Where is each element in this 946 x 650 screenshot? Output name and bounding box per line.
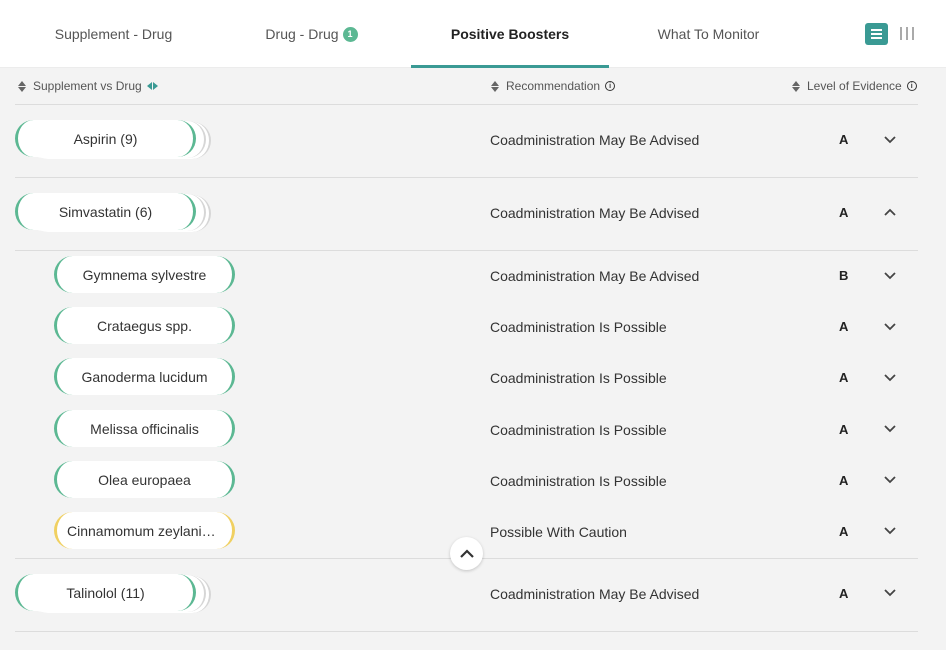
swap-arrows-icon[interactable] — [146, 82, 158, 90]
recommendation-text: Coadministration Is Possible — [490, 319, 667, 335]
supplement-pill[interactable]: Olea europaea — [54, 461, 235, 498]
chevron-down-icon[interactable] — [883, 473, 897, 487]
evidence-level: A — [839, 524, 849, 539]
evidence-level: A — [839, 205, 849, 220]
sort-icon[interactable] — [18, 80, 26, 92]
drug-name: Talinolol (11) — [66, 584, 145, 601]
evidence-level: A — [839, 473, 849, 488]
supplement-name: Olea europaea — [98, 471, 191, 488]
chevron-down-icon[interactable] — [883, 269, 897, 283]
chevron-down-icon[interactable] — [883, 524, 897, 538]
chevron-down-icon[interactable] — [883, 133, 897, 147]
recommendation-text: Coadministration Is Possible — [490, 422, 667, 438]
chevron-down-icon[interactable] — [883, 320, 897, 334]
supplement-pill[interactable]: Cinnamomum zeylanicum — [54, 512, 235, 549]
drug-name: Simvastatin (6) — [58, 203, 153, 220]
supplement-name: Gymnema sylvestre — [82, 266, 207, 283]
recommendation-text: Coadministration Is Possible — [490, 473, 667, 489]
tab-drug-drug[interactable]: Drug - Drug 1 — [213, 0, 410, 68]
column-view-icon[interactable] — [900, 27, 914, 40]
evidence-level: A — [839, 370, 849, 385]
evidence-level: A — [839, 422, 849, 437]
sort-icon[interactable] — [491, 80, 499, 92]
supplement-pill[interactable]: Gymnema sylvestre — [54, 256, 235, 293]
evidence-level: A — [839, 132, 849, 147]
column-header-supplement-vs-drug[interactable]: Supplement vs Drug — [18, 76, 158, 96]
supplement-name: Ganoderma lucidum — [81, 368, 208, 385]
supplement-pill[interactable]: Ganoderma lucidum — [54, 358, 235, 395]
tab-supplement-drug[interactable]: Supplement - Drug — [15, 0, 212, 68]
tab-label: What To Monitor — [657, 26, 760, 42]
recommendation-text: Coadministration Is Possible — [490, 370, 667, 386]
drug-name: Aspirin (9) — [73, 130, 138, 147]
column-header-label: Recommendation — [506, 79, 601, 93]
column-header-level-of-evidence[interactable]: Level of Evidence i — [792, 76, 917, 96]
recommendation-text: Coadministration May Be Advised — [490, 586, 700, 602]
evidence-level: B — [839, 268, 849, 283]
chevron-up-icon[interactable] — [883, 205, 897, 219]
evidence-level: A — [839, 586, 849, 601]
tab-bar: Supplement - Drug Drug - Drug 1 Positive… — [0, 0, 946, 68]
tab-label: Supplement - Drug — [54, 26, 173, 42]
drug-pill[interactable]: Simvastatin (6) — [15, 193, 196, 230]
supplement-name: Crataegus spp. — [97, 317, 192, 334]
column-header-label: Supplement vs Drug — [33, 79, 142, 93]
chevron-down-icon[interactable] — [883, 371, 897, 385]
collapse-button[interactable] — [450, 537, 483, 570]
tab-positive-boosters[interactable]: Positive Boosters — [411, 0, 609, 68]
tab-label: Positive Boosters — [450, 26, 570, 42]
tab-what-to-monitor[interactable]: What To Monitor — [610, 0, 807, 68]
drug-pill[interactable]: Aspirin (9) — [15, 120, 196, 157]
supplement-pill[interactable]: Crataegus spp. — [54, 307, 235, 344]
list-view-icon[interactable] — [865, 23, 888, 45]
recommendation-text: Coadministration May Be Advised — [490, 205, 700, 221]
chevron-down-icon[interactable] — [883, 586, 897, 600]
supplement-pill[interactable]: Melissa officinalis — [54, 410, 235, 447]
divider — [15, 104, 918, 105]
recommendation-text: Possible With Caution — [490, 524, 627, 540]
supplement-name: Cinnamomum zeylanicum — [67, 522, 229, 539]
chevron-up-icon — [459, 548, 474, 558]
divider — [15, 177, 918, 178]
recommendation-text: Coadministration May Be Advised — [490, 268, 700, 284]
column-header-recommendation[interactable]: Recommendation i — [491, 76, 616, 96]
column-header-label: Level of Evidence — [807, 79, 902, 93]
drug-pill[interactable]: Talinolol (11) — [15, 574, 196, 611]
recommendation-text: Coadministration May Be Advised — [490, 132, 700, 148]
tab-label: Drug - Drug — [265, 26, 339, 42]
divider — [15, 250, 918, 251]
count-badge: 1 — [342, 26, 358, 42]
chevron-down-icon[interactable] — [883, 422, 897, 436]
info-icon[interactable]: i — [605, 81, 616, 91]
sort-icon[interactable] — [792, 80, 800, 92]
evidence-level: A — [839, 319, 849, 334]
info-icon[interactable]: i — [906, 81, 917, 91]
supplement-name: Melissa officinalis — [90, 420, 199, 437]
divider — [15, 631, 918, 632]
